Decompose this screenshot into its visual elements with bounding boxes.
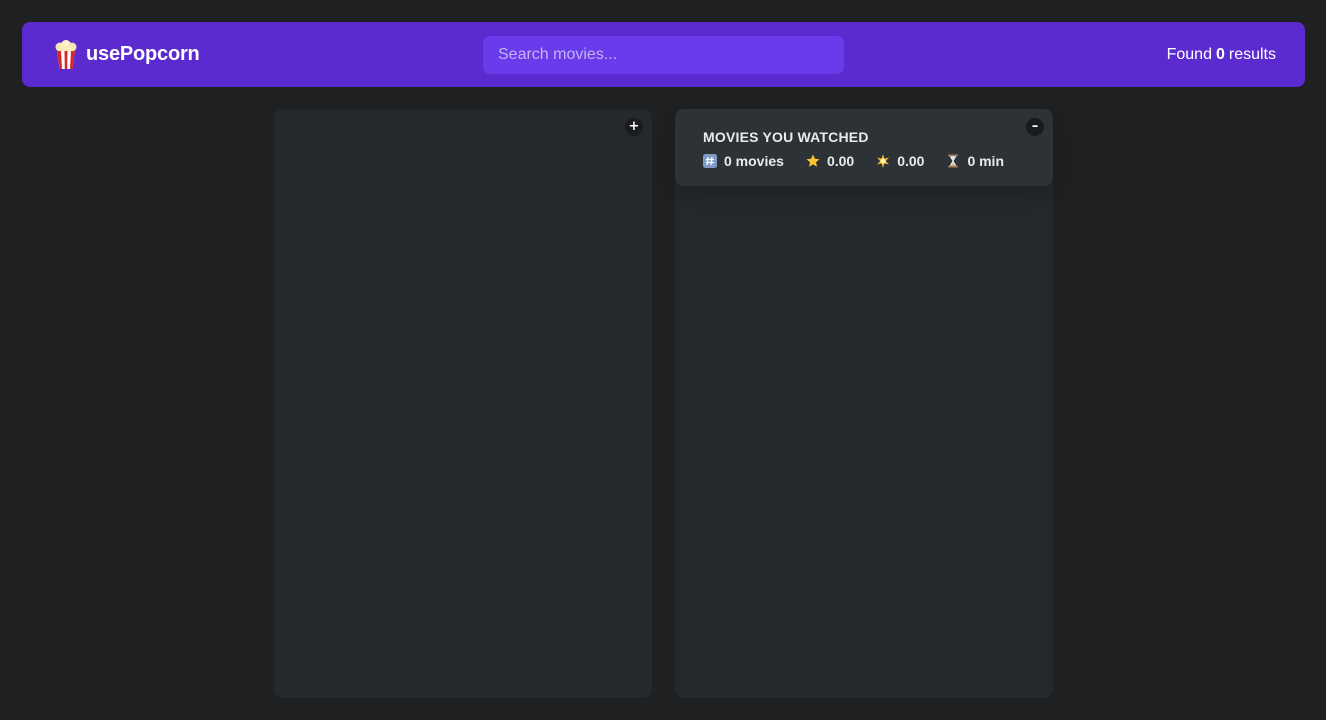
results-number: 0 [1215,45,1225,63]
hourglass-icon [948,154,959,168]
star-icon [806,154,820,167]
search-input[interactable] [483,36,844,74]
stat-imdb-value: 0.00 [826,153,855,169]
stat-runtime-value: 0 min [967,153,1005,169]
logo-text: usePopcorn [86,43,200,65]
stat-user-value: 0.00 [897,153,925,169]
popcorn-icon [55,39,77,69]
watched-summary: Movies you watched 0 movies 0.00 [675,109,1053,186]
results-suffix: results [1228,45,1276,63]
stat-movies: 0 movies [703,153,784,169]
summary-stats: 0 movies 0.00 0.00 0 min [703,153,1025,169]
results-prefix: Found [1166,45,1212,63]
stat-imdb-rating: 0.00 [806,153,854,169]
stat-user-rating: 0.00 [876,153,924,169]
hash-icon [703,154,717,168]
logo: usePopcorn [54,22,200,87]
stat-runtime: 0 min [946,153,1004,169]
expand-toggle-button[interactable]: + [625,118,643,136]
stat-movies-value: 0 movies [724,153,784,169]
watched-box: Movies you watched 0 movies 0.00 [675,109,1053,698]
results-count: Found 0 results [1167,22,1276,87]
summary-title: Movies you watched [703,129,869,145]
glowing-star-icon [877,154,890,168]
collapse-toggle-button[interactable]: – [1026,118,1044,136]
search-results-box: + [274,109,652,698]
navbar: usePopcorn Found 0 results [22,22,1305,87]
